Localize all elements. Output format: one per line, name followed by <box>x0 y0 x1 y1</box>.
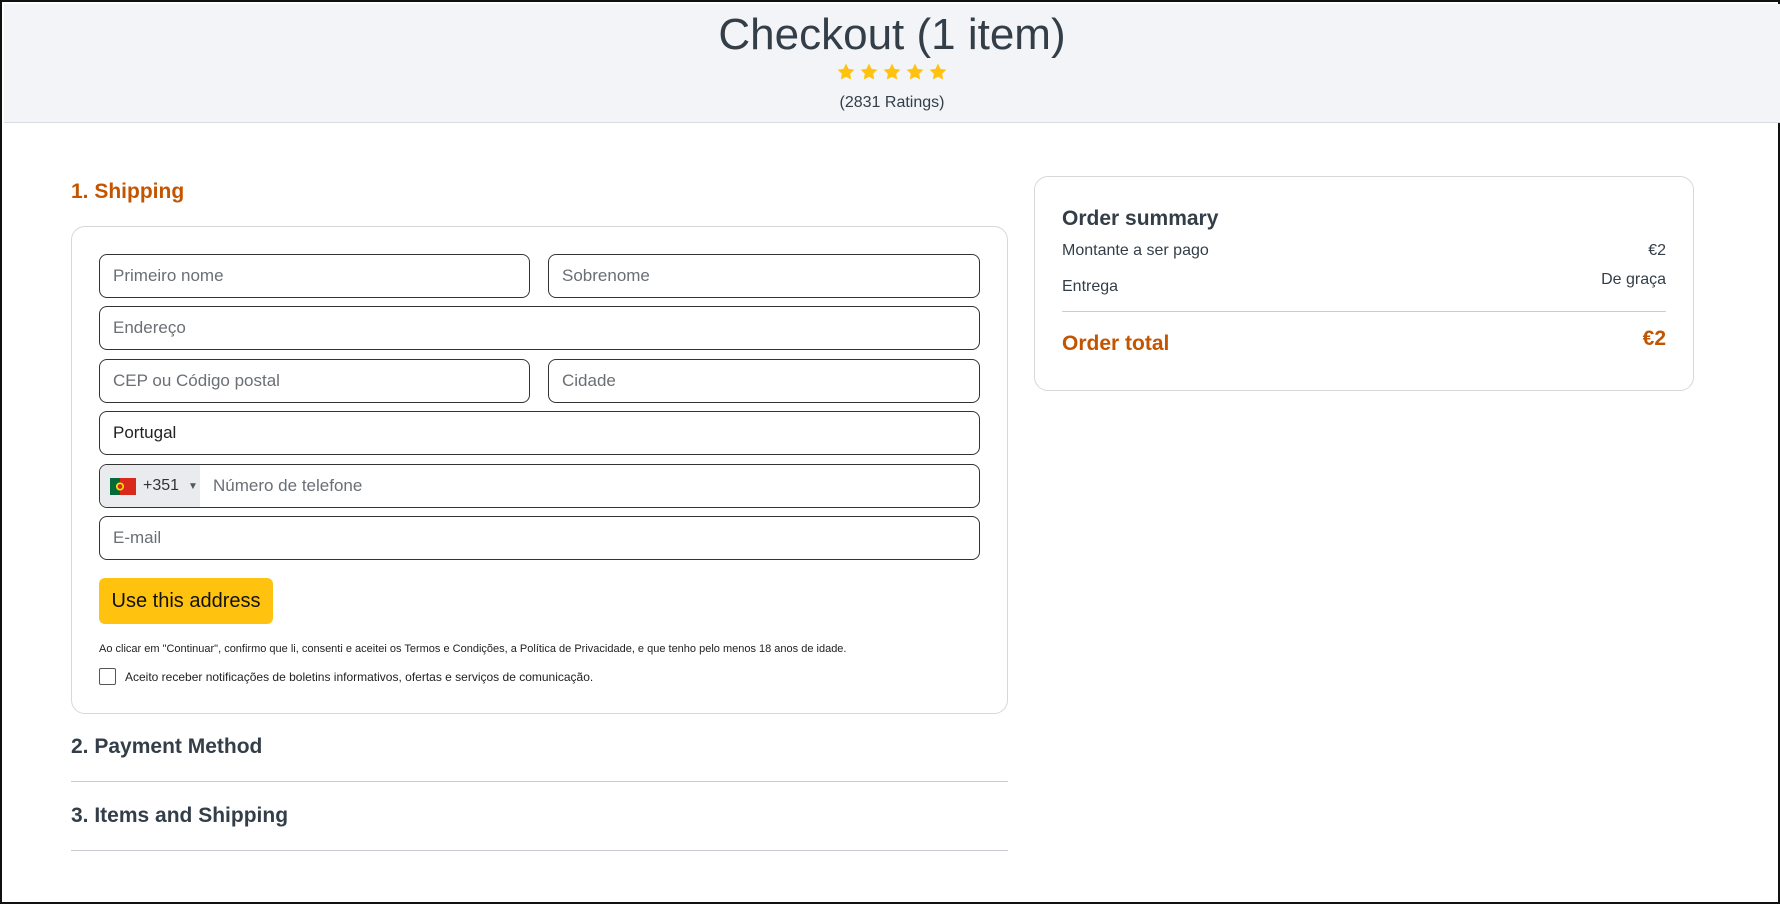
shipping-form: Primeiro nome Sobrenome Endereço CEP ou … <box>71 226 1008 714</box>
summary-divider <box>1062 311 1666 312</box>
order-total-label: Order total <box>1062 332 1170 355</box>
star-icon <box>929 63 947 80</box>
order-total-value: €2 <box>1642 327 1666 350</box>
phone-field[interactable]: +351 ▼ Número de telefone <box>99 464 980 508</box>
first-name-field[interactable]: Primeiro nome <box>99 254 530 298</box>
phone-placeholder: Número de telefone <box>213 476 363 495</box>
country-code-label: +351 <box>143 477 180 494</box>
order-summary: Order summary Montante a ser pago €2 Ent… <box>1034 176 1694 391</box>
page-frame: Checkout (1 item) (2831 Ratings) 1. Ship… <box>0 0 1780 904</box>
delivery-value: De graça <box>1601 271 1666 288</box>
star-icon <box>837 63 855 80</box>
shipping-heading: 1. Shipping <box>71 180 185 203</box>
email-field[interactable]: E-mail <box>99 516 980 560</box>
newsletter-label[interactable]: Aceito receber notificações de boletins … <box>125 670 593 684</box>
use-this-address-button[interactable]: Use this address <box>99 578 273 624</box>
last-name-field[interactable]: Sobrenome <box>548 254 980 298</box>
caret-down-icon: ▼ <box>188 480 198 492</box>
newsletter-checkbox[interactable] <box>99 668 116 685</box>
order-summary-title: Order summary <box>1062 207 1219 230</box>
amount-label: Montante a ser pago <box>1062 242 1209 259</box>
city-field[interactable]: Cidade <box>548 359 980 403</box>
portugal-flag-icon <box>110 477 136 495</box>
checkout-header: Checkout (1 item) (2831 Ratings) <box>4 4 1780 123</box>
items-and-shipping-step[interactable]: 3. Items and Shipping <box>71 804 288 828</box>
divider <box>71 850 1008 851</box>
star-icon <box>860 63 878 80</box>
address-field[interactable]: Endereço <box>99 306 980 350</box>
payment-method-step[interactable]: 2. Payment Method <box>71 735 262 759</box>
newsletter-row: Aceito receber notificações de boletins … <box>99 668 593 685</box>
star-icon <box>906 63 924 80</box>
rating-stars <box>4 62 1780 82</box>
postal-code-field[interactable]: CEP ou Código postal <box>99 359 530 403</box>
country-select[interactable]: Portugal <box>99 411 980 455</box>
divider <box>71 781 1008 782</box>
country-code-selector[interactable]: +351 ▼ <box>100 465 200 507</box>
ratings-count: (2831 Ratings) <box>839 94 945 111</box>
page-title: Checkout (1 item) <box>718 10 1066 59</box>
legal-notice: Ao clicar em "Continuar", confirmo que l… <box>99 643 847 655</box>
delivery-label: Entrega <box>1062 278 1119 295</box>
amount-value: €2 <box>1648 242 1666 259</box>
star-icon <box>883 63 901 80</box>
